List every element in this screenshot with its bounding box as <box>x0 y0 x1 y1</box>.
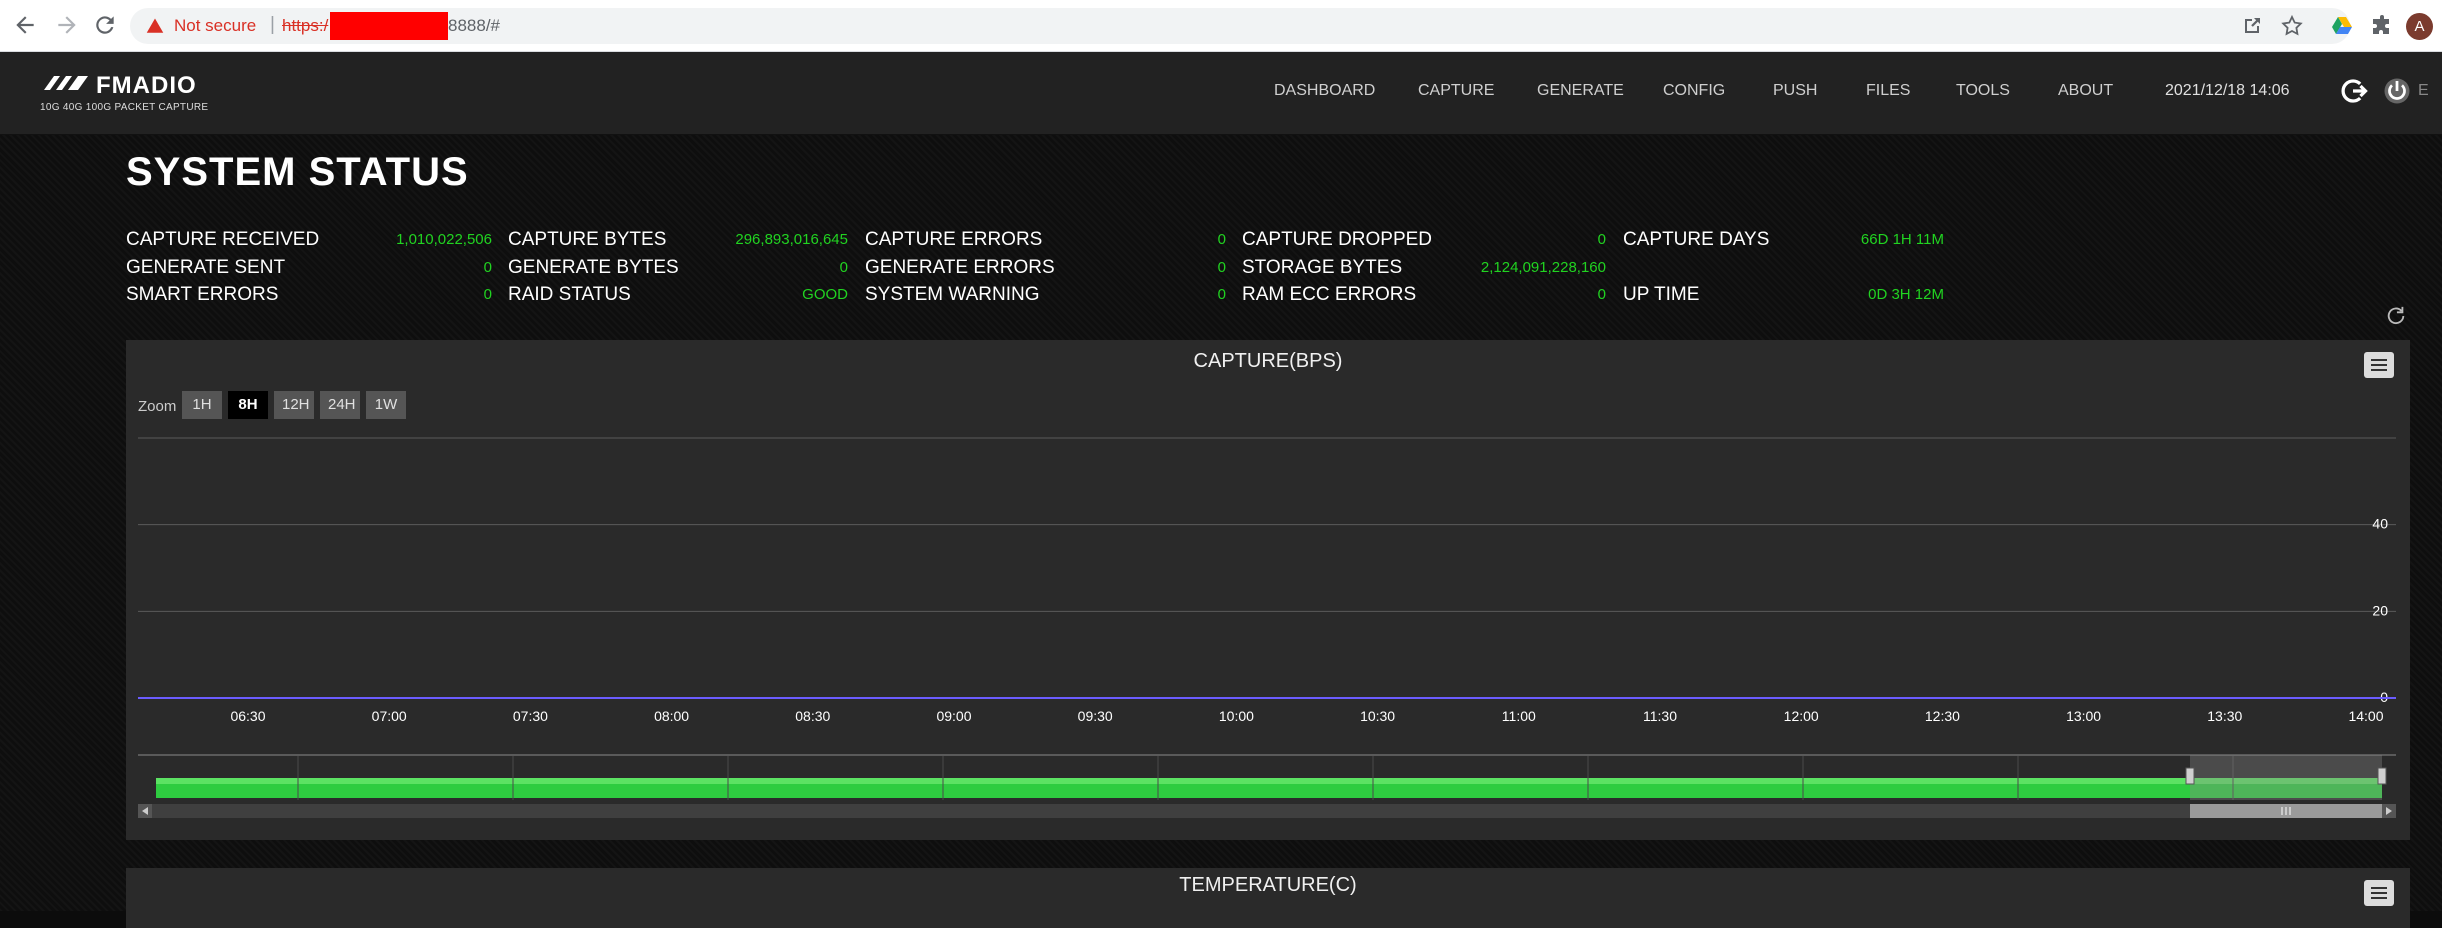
capture-chart-plot[interactable]: 0204006:30 07:00 07:30 08:00 08:30 09:00 09:30… <box>126 340 2410 840</box>
stat-label-system-warning: SYSTEM WARNING <box>865 284 1040 305</box>
stat-value-capture-days: 66D 1H 11M <box>1860 231 1944 248</box>
stat-value-generate-errors: 0 <box>1217 259 1226 276</box>
stat-value-generate-bytes: 0 <box>839 259 848 276</box>
stat-value-generate-sent: 0 <box>483 259 492 276</box>
url-scheme: https:/ <box>282 16 329 35</box>
logo-name[interactable]: FMADIO <box>96 72 197 100</box>
stat-label-capture-dropped: CAPTURE DROPPED <box>1242 229 1433 250</box>
temperature-chart-panel: TEMPERATURE(C) <box>126 868 2410 928</box>
y-tick-label: 40 <box>2372 516 2388 532</box>
stat-label-capture-errors: CAPTURE ERRORS <box>865 229 1043 250</box>
refresh-icon[interactable] <box>2385 305 2407 327</box>
capture-chart-panel: CAPTURE(BPS) Zoom 1H 8H 12H 24H 1W 0 20 40… <box>126 340 2410 840</box>
extensions-puzzle-icon[interactable] <box>2370 14 2394 38</box>
nav-tools[interactable]: TOOLS <box>1956 82 2010 100</box>
x-tick-label: 13:30 <box>2207 708 2242 724</box>
x-tick-label: 11:30 <box>1643 708 1677 724</box>
stat-value-capture-bytes: 296,893,016,645 <box>735 231 848 248</box>
y-tick-label: 20 <box>2372 602 2388 618</box>
header-datetime: 2021/12/18 14:06 <box>2165 82 2290 99</box>
url-separator: | <box>270 14 275 35</box>
reload-icon[interactable] <box>92 12 118 38</box>
stat-label-ram-ecc-errors: RAM ECC ERRORS <box>1242 284 1417 305</box>
stat-value-capture-errors: 0 <box>1217 231 1226 248</box>
stat-value-up-time: 0D 3H 12M <box>1868 286 1944 303</box>
navigator-scrollbar-track[interactable] <box>138 804 2396 818</box>
stat-label-capture-received: CAPTURE RECEIVED <box>126 229 320 250</box>
nav-generate[interactable]: GENERATE <box>1537 82 1624 100</box>
x-tick-label: 09:00 <box>936 708 971 724</box>
browser-toolbar: Not secure | https:/ 8888/# A <box>0 0 2442 52</box>
fmadio-logo-icon <box>42 74 92 94</box>
temperature-chart-menu-button[interactable] <box>2364 880 2394 906</box>
stat-value-capture-received: 1,010,022,506 <box>396 231 492 248</box>
page-title: SYSTEM STATUS <box>126 150 469 194</box>
x-tick-label: 12:00 <box>1784 708 1819 724</box>
stat-label-up-time: UP TIME <box>1623 284 1700 305</box>
stat-value-capture-dropped: 0 <box>1597 231 1606 248</box>
address-bar[interactable]: Not secure | https:/ 8888/# <box>130 8 2350 44</box>
x-tick-label: 13:00 <box>2066 708 2101 724</box>
x-tick-label: 10:30 <box>1360 708 1395 724</box>
share-icon[interactable] <box>2240 14 2264 38</box>
nav-config[interactable]: CONFIG <box>1663 82 1725 100</box>
x-tick-label: 12:30 <box>1925 708 1960 724</box>
stat-label-storage-bytes: STORAGE BYTES <box>1242 257 1403 278</box>
x-tick-label: 14:00 <box>2348 708 2383 724</box>
nav-files[interactable]: FILES <box>1866 82 1910 100</box>
url-redaction <box>330 12 448 40</box>
x-tick-label: 08:00 <box>654 708 689 724</box>
stat-value-storage-bytes: 2,124,091,228,160 <box>1480 259 1606 276</box>
stat-label-capture-days: CAPTURE DAYS <box>1623 229 1770 250</box>
stat-value-smart-errors: 0 <box>483 286 492 303</box>
back-icon[interactable] <box>12 12 38 38</box>
header-truncated-text: E <box>2418 82 2429 99</box>
x-tick-label: 07:30 <box>513 708 548 724</box>
warning-icon <box>146 17 164 35</box>
stat-label-generate-sent: GENERATE SENT <box>126 257 286 278</box>
logout-icon[interactable] <box>2338 76 2368 106</box>
navigator-series-highlight[interactable] <box>156 778 2382 784</box>
x-tick-label: 08:30 <box>795 708 830 724</box>
not-secure-label[interactable]: Not secure <box>174 16 256 36</box>
power-icon[interactable] <box>2382 76 2412 106</box>
nav-capture[interactable]: CAPTURE <box>1418 82 1494 100</box>
nav-push[interactable]: PUSH <box>1773 82 1817 100</box>
x-tick-label: 10:00 <box>1219 708 1254 724</box>
profile-avatar[interactable]: A <box>2406 13 2433 40</box>
x-tick-label: 11:00 <box>1502 708 1536 724</box>
x-tick-label: 07:00 <box>372 708 407 724</box>
logo-tagline: 10G 40G 100G PACKET CAPTURE <box>40 102 209 113</box>
stat-label-smart-errors: SMART ERRORS <box>126 284 279 305</box>
url-text: 8888/# <box>448 16 500 35</box>
stat-value-system-warning: 0 <box>1217 286 1226 303</box>
navigator-selection[interactable] <box>2190 755 2382 800</box>
stat-value-raid-status: GOOD <box>802 286 848 303</box>
nav-about[interactable]: ABOUT <box>2058 82 2113 100</box>
drive-extension-icon[interactable] <box>2330 14 2354 38</box>
x-tick-label: 09:30 <box>1078 708 1113 724</box>
nav-dashboard[interactable]: DASHBOARD <box>1274 82 1375 100</box>
forward-icon[interactable] <box>54 12 80 38</box>
bookmark-star-icon[interactable] <box>2280 14 2304 38</box>
temperature-chart-title: TEMPERATURE(C) <box>1179 874 1357 896</box>
stat-label-generate-errors: GENERATE ERRORS <box>865 257 1055 278</box>
stat-label-raid-status: RAID STATUS <box>508 284 631 305</box>
navigator-right-handle[interactable] <box>2377 767 2387 785</box>
stat-label-generate-bytes: GENERATE BYTES <box>508 257 679 278</box>
stat-value-ram-ecc-errors: 0 <box>1597 286 1606 303</box>
navigator-left-handle[interactable] <box>2185 767 2195 785</box>
x-tick-label: 06:30 <box>230 708 265 724</box>
stat-label-capture-bytes: CAPTURE BYTES <box>508 229 667 250</box>
app-header: FMADIO 10G 40G 100G PACKET CAPTURE DASHB… <box>0 52 2442 135</box>
